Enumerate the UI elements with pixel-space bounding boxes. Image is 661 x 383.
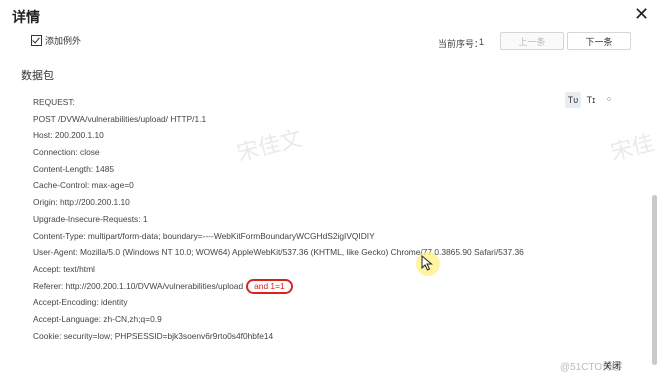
current-seq-label: 当前序号： [438,39,484,49]
packet-line: REQUEST: [33,97,75,107]
referer-text: Referer: http://200.200.1.10/DVWA/vulner… [33,280,244,291]
expand-icon[interactable]: ⁘ [601,92,617,108]
mouse-cursor-icon [416,252,440,276]
packet-line: Content-Type: multipart/form-data; bound… [33,230,375,241]
packet-line: Connection: close [33,147,100,158]
vertical-scrollbar[interactable] [652,195,657,365]
dialog-titlebar: 详情 ✕ [0,0,661,30]
next-button[interactable]: 下一条 [567,32,631,50]
add-exception-label[interactable]: 添加例外 [45,34,81,47]
packet-line: Accept: text/html [33,263,95,274]
close-icon[interactable]: ✕ [634,5,649,23]
packet-line: Origin: http://200.200.1.10 [33,197,130,208]
packet-line-referer: Referer: http://200.200.1.10/DVWA/vulner… [33,278,593,295]
packet-line: Accept-Language: zh-CN,zh;q=0.9 [33,313,162,324]
packet-line: POST /DVWA/vulnerabilities/upload/ HTTP/… [33,113,207,124]
packet-section-title: 数据包 [21,70,54,82]
close-button[interactable]: 关闭 [603,359,621,372]
packet-line: Accept-Encoding: identity [33,297,128,308]
current-seq-value: 1 [479,37,485,47]
injection-highlight: and 1=1 [246,278,293,294]
packet-line: Upgrade-Insecure-Requests: 1 [33,213,148,224]
dialog-toolbar: 添加例外 当前序号： 1 上一条 下一条 [0,32,661,54]
packet-line: User-Agent: Mozilla/5.0 (Windows NT 10.0… [33,247,524,258]
prev-button[interactable]: 上一条 [500,32,564,50]
packet-line: Host: 200.200.1.10 [33,130,104,141]
packet-line: Cache-Control: max-age=0 [33,180,134,191]
packet-lines: REQUEST: POST /DVWA/vulnerabilities/uplo… [33,94,593,344]
details-dialog: 详情 ✕ 添加例外 当前序号： 1 上一条 下一条 数据包 宋佳文 宋佳 Tᴜ … [0,0,661,383]
dialog-title: 详情 [12,9,40,25]
packet-line: Cookie: security=low; PHPSESSID=bjk3soen… [33,330,274,341]
packet-line: Content-Length: 1485 [33,163,115,174]
add-exception-checkbox[interactable] [31,35,42,46]
